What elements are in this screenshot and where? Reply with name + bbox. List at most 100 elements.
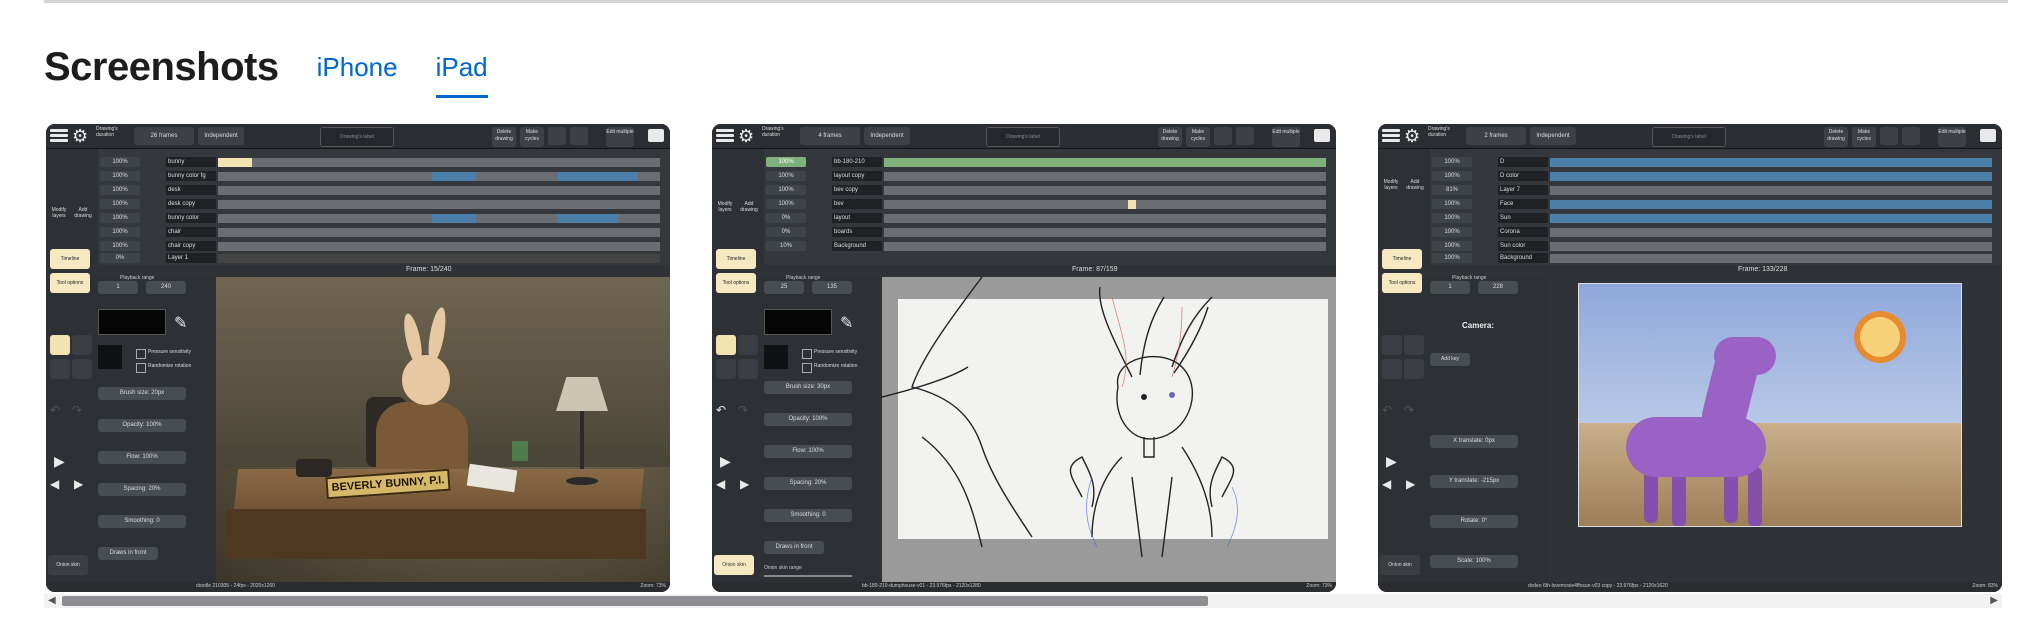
layer-row[interactable]: 100% bunny color (100, 213, 660, 224)
drawing-label-input[interactable]: Drawing's label (320, 127, 394, 147)
drawing-canvas[interactable] (882, 277, 1336, 582)
layer-row[interactable]: 81% Layer 7 (1432, 185, 1992, 196)
add-drawing-button[interactable]: Add drawing (738, 201, 760, 213)
modify-layers-button[interactable]: Modify layers (1380, 179, 1402, 191)
timeline-button[interactable]: Timeline (50, 249, 90, 269)
lasso-icon[interactable] (738, 359, 758, 379)
gear-icon[interactable]: ⚙ (72, 127, 90, 145)
layer-row[interactable]: 10% Background (766, 241, 1326, 252)
eyedropper-icon[interactable]: ✎ (174, 313, 187, 333)
fill-icon[interactable] (1382, 359, 1402, 379)
layer-row[interactable]: 100% Face (1432, 199, 1992, 210)
range-end[interactable]: 228 (1478, 281, 1518, 294)
range-end[interactable]: 240 (146, 281, 186, 294)
menu-icon[interactable] (1382, 127, 1400, 145)
range-start[interactable]: 1 (1430, 281, 1470, 294)
brush-preview[interactable] (764, 345, 788, 369)
step-forward-icon[interactable]: ▶ (740, 477, 749, 491)
step-back-icon[interactable]: ◀ (50, 477, 59, 491)
add-drawing-button[interactable]: Add drawing (1404, 179, 1426, 191)
eraser-icon[interactable] (72, 335, 92, 355)
randomize-checkbox[interactable] (136, 363, 146, 373)
brush-icon[interactable] (50, 335, 70, 355)
fill-icon[interactable] (50, 359, 70, 379)
gear-icon[interactable]: ⚙ (1404, 127, 1422, 145)
drawing-canvas[interactable] (1548, 277, 2002, 582)
opacity-slider[interactable]: Opacity: 100% (764, 413, 852, 426)
eraser-icon[interactable] (1404, 335, 1424, 355)
modify-layers-button[interactable]: Modify layers (714, 201, 736, 213)
play-icon[interactable]: ▶ (1386, 453, 1397, 470)
layer-row[interactable]: 100% bb-180-210 (766, 157, 1326, 168)
step-forward-icon[interactable]: ▶ (1406, 477, 1415, 491)
spacing-slider[interactable]: Spacing: 20% (764, 477, 852, 490)
layer-row[interactable]: 100% D color (1432, 171, 1992, 182)
layer-row[interactable]: 100% chair copy (100, 241, 660, 252)
eyedropper-icon[interactable]: ✎ (840, 313, 853, 333)
range-start[interactable]: 1 (98, 281, 138, 294)
modify-layers-button[interactable]: Modify layers (48, 207, 70, 219)
copy-icon[interactable] (548, 127, 566, 145)
step-back-icon[interactable]: ◀ (716, 477, 725, 491)
undo-icon[interactable]: ↶ (716, 403, 726, 417)
brush-icon[interactable] (716, 335, 736, 355)
copy-icon[interactable] (1214, 127, 1232, 145)
layer-row[interactable]: 100% Background (1432, 253, 1992, 264)
color-swatch[interactable] (764, 309, 832, 335)
flow-slider[interactable]: Flow: 100% (764, 445, 852, 458)
brush-icon[interactable] (1382, 335, 1402, 355)
layer-row[interactable]: 100% bev copy (766, 185, 1326, 196)
range-end[interactable]: 135 (812, 281, 852, 294)
pressure-checkbox[interactable] (136, 349, 146, 359)
pressure-checkbox[interactable] (802, 349, 812, 359)
scroll-right-icon[interactable]: ▶ (1990, 594, 1998, 608)
layer-row[interactable]: 100% bunny color fg (100, 171, 660, 182)
brush-size-slider[interactable]: Brush size: 30px (764, 381, 852, 394)
lasso-icon[interactable] (72, 359, 92, 379)
layer-row[interactable]: 100% desk copy (100, 199, 660, 210)
lasso-icon[interactable] (1404, 359, 1424, 379)
frames-select[interactable]: 4 frames (800, 127, 860, 145)
scrollbar-thumb[interactable] (62, 596, 1208, 606)
layer-row[interactable]: 0% layout (766, 213, 1326, 224)
opacity-slider[interactable]: Opacity: 100% (98, 419, 186, 432)
layer-row[interactable]: 100% layout copy (766, 171, 1326, 182)
smoothing-slider[interactable]: Smoothing: 0 (98, 515, 186, 528)
drawing-canvas[interactable]: BEVERLY BUNNY, P.I. (216, 277, 670, 582)
mode-select[interactable]: Independent (198, 127, 244, 145)
screenshot-2[interactable]: ⚙ Drawing's duration 4 frames Independen… (712, 124, 1336, 592)
undo-icon[interactable]: ↶ (50, 403, 60, 417)
onion-skin-button[interactable]: Onion skin (714, 555, 754, 575)
play-icon[interactable]: ▶ (720, 453, 731, 470)
layer-row[interactable]: 0% Layer 1 (100, 253, 660, 264)
flow-slider[interactable]: Flow: 100% (98, 451, 186, 464)
paste-icon[interactable] (570, 127, 588, 145)
camera-icon[interactable] (648, 129, 664, 142)
make-cycles-button[interactable]: Make cycles (1852, 127, 1876, 147)
redo-icon[interactable]: ↷ (738, 403, 748, 417)
gallery-scrollbar[interactable]: ◀ ▶ (44, 594, 2002, 608)
tab-ipad[interactable]: iPad (435, 44, 488, 98)
paste-icon[interactable] (1902, 127, 1920, 145)
step-forward-icon[interactable]: ▶ (74, 477, 83, 491)
onion-skin-button[interactable]: Onion skin (1380, 555, 1420, 575)
make-cycles-button[interactable]: Make cycles (520, 127, 544, 147)
layer-row[interactable]: 100% Sun (1432, 213, 1992, 224)
randomize-checkbox[interactable] (802, 363, 812, 373)
color-swatch[interactable] (98, 309, 166, 335)
spacing-slider[interactable]: Spacing: 20% (98, 483, 186, 496)
gear-icon[interactable]: ⚙ (738, 127, 756, 145)
add-drawing-button[interactable]: Add drawing (72, 207, 94, 219)
play-icon[interactable]: ▶ (54, 453, 65, 470)
x-translate-slider[interactable]: X translate: 0px (1430, 435, 1518, 448)
eraser-icon[interactable] (738, 335, 758, 355)
make-cycles-button[interactable]: Make cycles (1186, 127, 1210, 147)
menu-icon[interactable] (716, 127, 734, 145)
mode-select[interactable]: Independent (864, 127, 910, 145)
onion-range-slider[interactable] (764, 575, 852, 577)
drawing-label-input[interactable]: Drawing's label (1652, 127, 1726, 147)
onion-skin-button[interactable]: Onion skin (48, 555, 88, 575)
edit-multiple-button[interactable]: Edit multiple (1938, 127, 1966, 147)
step-back-icon[interactable]: ◀ (1382, 477, 1391, 491)
y-translate-slider[interactable]: Y translate: -215px (1430, 475, 1518, 488)
